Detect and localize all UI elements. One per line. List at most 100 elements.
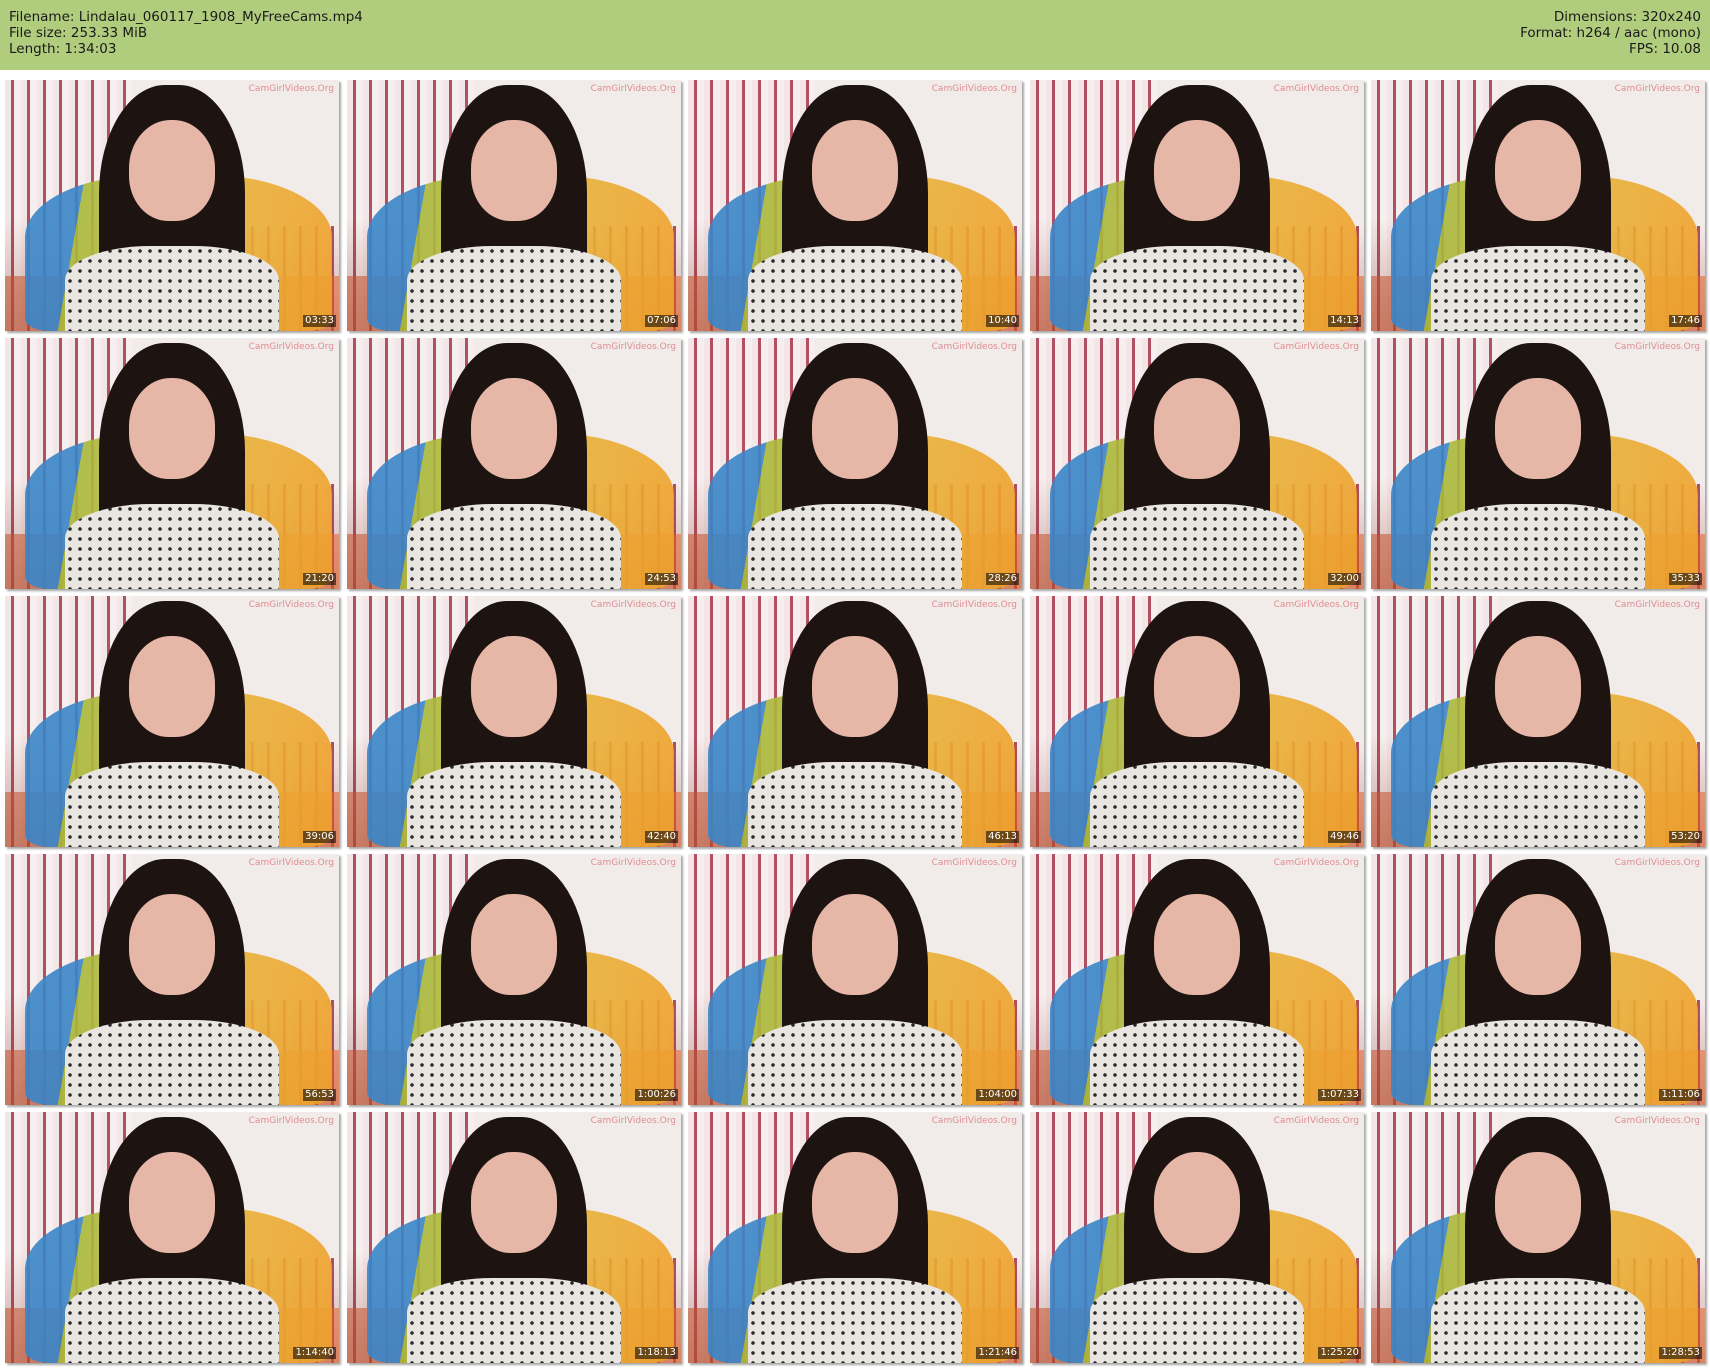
frame-image xyxy=(5,854,339,1105)
frame-timestamp: 1:00:26 xyxy=(635,1089,678,1101)
frame-image xyxy=(347,338,681,589)
video-frame-thumbnail: CamGirlVideos.Org 53:20 xyxy=(1371,596,1705,847)
video-frame-thumbnail: CamGirlVideos.Org 35:33 xyxy=(1371,338,1705,589)
watermark-text: CamGirlVideos.Org xyxy=(1273,858,1359,868)
length-text: Length: 1:34:03 xyxy=(9,41,117,57)
frame-image xyxy=(1030,854,1364,1105)
frame-timestamp: 1:25:20 xyxy=(1318,1347,1361,1359)
frame-timestamp: 32:00 xyxy=(1328,573,1361,585)
watermark-text: CamGirlVideos.Org xyxy=(931,858,1017,868)
watermark-text: CamGirlVideos.Org xyxy=(590,84,676,94)
dimensions-text: Dimensions: 320x240 xyxy=(1553,9,1701,25)
frame-image xyxy=(1371,338,1705,589)
video-frame-thumbnail: CamGirlVideos.Org 39:06 xyxy=(5,596,339,847)
video-frame-thumbnail: CamGirlVideos.Org 1:07:33 xyxy=(1030,854,1364,1105)
frame-image xyxy=(347,854,681,1105)
frame-timestamp: 42:40 xyxy=(645,831,678,843)
format-text: Format: h264 / aac (mono) xyxy=(1520,25,1701,41)
file-info-right: Dimensions: 320x240 Format: h264 / aac (… xyxy=(1520,9,1701,57)
watermark-text: CamGirlVideos.Org xyxy=(1614,342,1700,352)
frame-image xyxy=(688,338,1022,589)
frame-image xyxy=(688,596,1022,847)
frame-image xyxy=(688,80,1022,331)
frame-image xyxy=(1371,1112,1705,1363)
watermark-text: CamGirlVideos.Org xyxy=(931,600,1017,610)
video-frame-thumbnail: CamGirlVideos.Org 1:04:00 xyxy=(688,854,1022,1105)
frame-timestamp: 46:13 xyxy=(986,831,1019,843)
frame-image xyxy=(1030,338,1364,589)
frame-timestamp: 1:07:33 xyxy=(1318,1089,1361,1101)
frame-image xyxy=(1371,596,1705,847)
frame-image xyxy=(5,1112,339,1363)
frame-timestamp: 24:53 xyxy=(645,573,678,585)
frame-image xyxy=(688,854,1022,1105)
frame-timestamp: 35:33 xyxy=(1669,573,1702,585)
video-frame-thumbnail: CamGirlVideos.Org 46:13 xyxy=(688,596,1022,847)
watermark-text: CamGirlVideos.Org xyxy=(590,342,676,352)
video-frame-thumbnail: CamGirlVideos.Org 1:21:46 xyxy=(688,1112,1022,1363)
fps-text: FPS: 10.08 xyxy=(1629,41,1701,57)
video-frame-thumbnail: CamGirlVideos.Org 56:53 xyxy=(5,854,339,1105)
frame-timestamp: 1:04:00 xyxy=(976,1089,1019,1101)
frame-image xyxy=(5,596,339,847)
frame-image xyxy=(1030,80,1364,331)
frame-timestamp: 03:33 xyxy=(303,315,336,327)
frame-image xyxy=(1371,854,1705,1105)
frame-timestamp: 07:06 xyxy=(645,315,678,327)
frame-timestamp: 21:20 xyxy=(303,573,336,585)
frame-timestamp: 1:21:46 xyxy=(976,1347,1019,1359)
frame-timestamp: 10:40 xyxy=(986,315,1019,327)
video-frame-thumbnail: CamGirlVideos.Org 1:28:53 xyxy=(1371,1112,1705,1363)
frame-timestamp: 1:28:53 xyxy=(1659,1347,1702,1359)
frame-image xyxy=(1030,1112,1364,1363)
thumbnail-grid: CamGirlVideos.Org 03:33 CamGirlVideos.Org 0… xyxy=(5,80,1705,1365)
frame-image xyxy=(688,1112,1022,1363)
watermark-text: CamGirlVideos.Org xyxy=(248,342,334,352)
frame-timestamp: 28:26 xyxy=(986,573,1019,585)
frame-image xyxy=(1371,80,1705,331)
watermark-text: CamGirlVideos.Org xyxy=(1273,84,1359,94)
frame-image xyxy=(347,80,681,331)
video-frame-thumbnail: CamGirlVideos.Org 1:25:20 xyxy=(1030,1112,1364,1363)
filename-text: Filename: Lindalau_060117_1908_MyFreeCam… xyxy=(9,9,363,25)
frame-image xyxy=(5,338,339,589)
video-frame-thumbnail: CamGirlVideos.Org 03:33 xyxy=(5,80,339,331)
frame-image xyxy=(5,80,339,331)
watermark-text: CamGirlVideos.Org xyxy=(1614,600,1700,610)
video-frame-thumbnail: CamGirlVideos.Org 14:13 xyxy=(1030,80,1364,331)
video-frame-thumbnail: CamGirlVideos.Org 1:11:06 xyxy=(1371,854,1705,1105)
frame-timestamp: 1:11:06 xyxy=(1659,1089,1702,1101)
filesize-text: File size: 253.33 MiB xyxy=(9,25,148,41)
watermark-text: CamGirlVideos.Org xyxy=(248,858,334,868)
frame-timestamp: 14:13 xyxy=(1328,315,1361,327)
watermark-text: CamGirlVideos.Org xyxy=(590,1116,676,1126)
info-header: Filename: Lindalau_060117_1908_MyFreeCam… xyxy=(0,0,1710,70)
video-frame-thumbnail: CamGirlVideos.Org 28:26 xyxy=(688,338,1022,589)
watermark-text: CamGirlVideos.Org xyxy=(1273,1116,1359,1126)
frame-timestamp: 39:06 xyxy=(303,831,336,843)
frame-timestamp: 56:53 xyxy=(303,1089,336,1101)
video-frame-thumbnail: CamGirlVideos.Org 21:20 xyxy=(5,338,339,589)
video-frame-thumbnail: CamGirlVideos.Org 1:14:40 xyxy=(5,1112,339,1363)
watermark-text: CamGirlVideos.Org xyxy=(1614,84,1700,94)
watermark-text: CamGirlVideos.Org xyxy=(1614,1116,1700,1126)
video-frame-thumbnail: CamGirlVideos.Org 24:53 xyxy=(347,338,681,589)
video-frame-thumbnail: CamGirlVideos.Org 1:00:26 xyxy=(347,854,681,1105)
video-frame-thumbnail: CamGirlVideos.Org 10:40 xyxy=(688,80,1022,331)
watermark-text: CamGirlVideos.Org xyxy=(590,600,676,610)
watermark-text: CamGirlVideos.Org xyxy=(931,1116,1017,1126)
video-frame-thumbnail: CamGirlVideos.Org 42:40 xyxy=(347,596,681,847)
file-info-left: Filename: Lindalau_060117_1908_MyFreeCam… xyxy=(9,9,363,57)
frame-image xyxy=(347,1112,681,1363)
frame-timestamp: 1:14:40 xyxy=(293,1347,336,1359)
watermark-text: CamGirlVideos.Org xyxy=(931,342,1017,352)
frame-timestamp: 49:46 xyxy=(1328,831,1361,843)
frame-image xyxy=(347,596,681,847)
watermark-text: CamGirlVideos.Org xyxy=(590,858,676,868)
frame-timestamp: 53:20 xyxy=(1669,831,1702,843)
watermark-text: CamGirlVideos.Org xyxy=(931,84,1017,94)
video-frame-thumbnail: CamGirlVideos.Org 07:06 xyxy=(347,80,681,331)
watermark-text: CamGirlVideos.Org xyxy=(1614,858,1700,868)
frame-timestamp: 1:18:13 xyxy=(635,1347,678,1359)
frame-image xyxy=(1030,596,1364,847)
